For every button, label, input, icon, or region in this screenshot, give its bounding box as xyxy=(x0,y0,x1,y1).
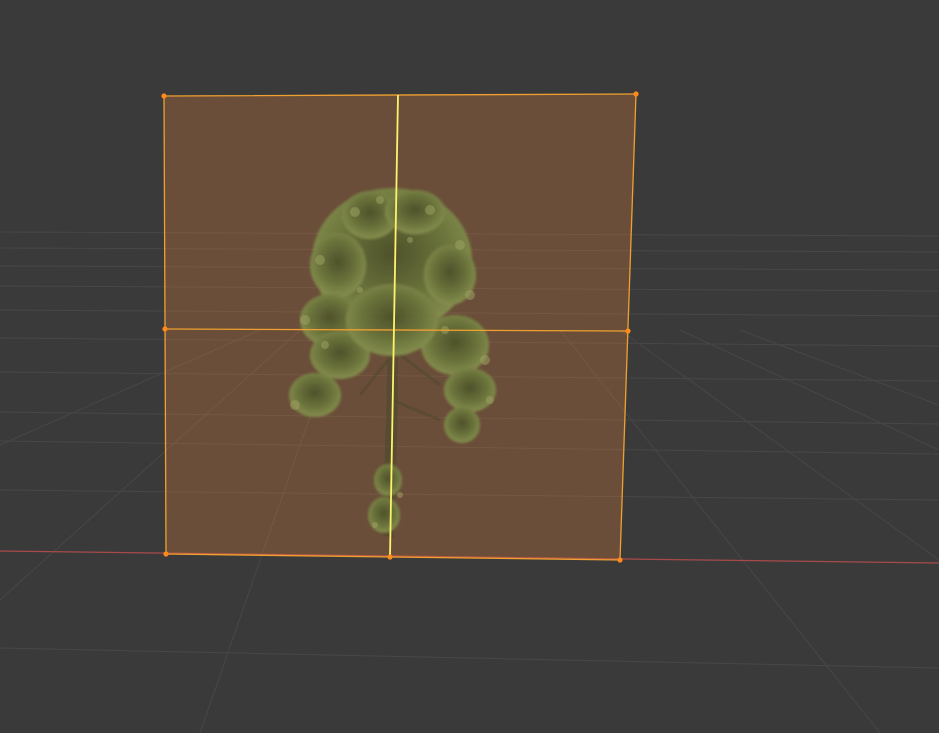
3d-viewport[interactable] xyxy=(0,0,939,733)
